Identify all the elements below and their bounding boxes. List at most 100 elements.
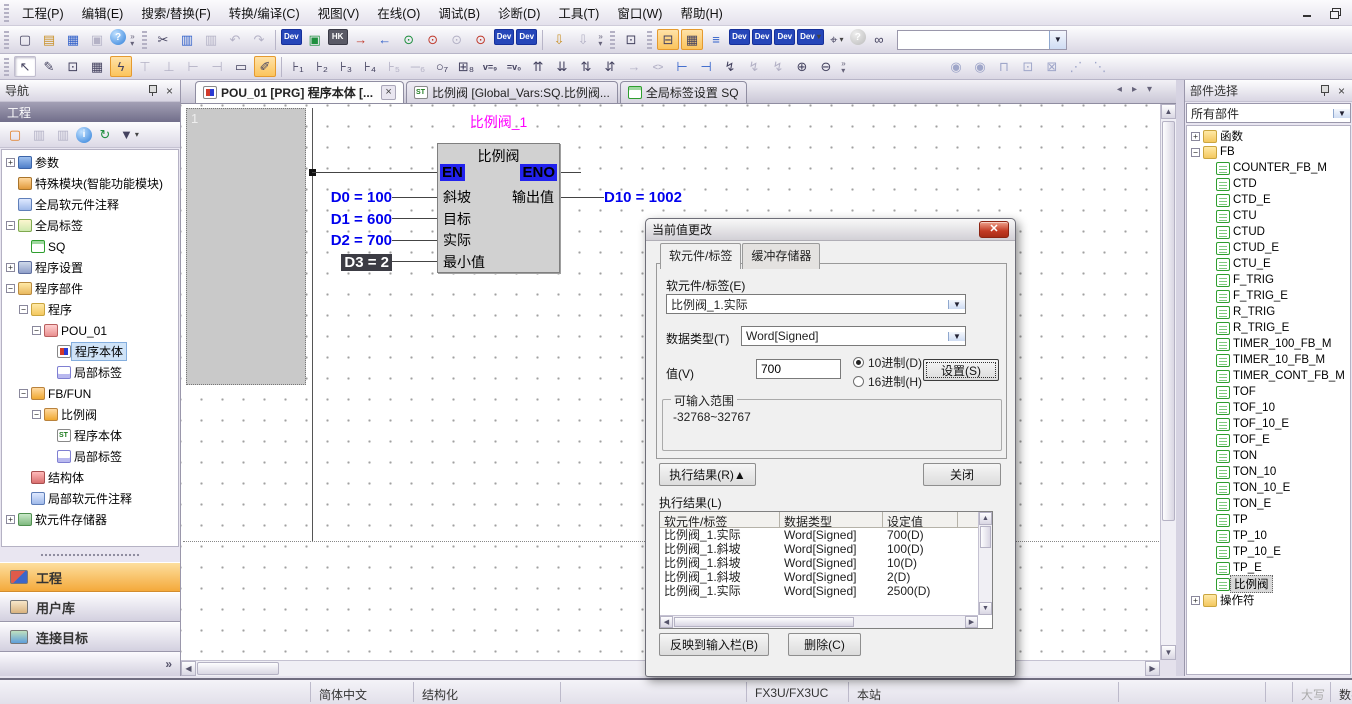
- menu-item[interactable]: 编辑(E): [73, 0, 133, 25]
- tree-item[interactable]: + 软元件存储器: [2, 509, 178, 530]
- expand-toggle-icon[interactable]: +: [6, 158, 15, 167]
- expand-toggle-icon[interactable]: −: [32, 410, 41, 419]
- network-gutter[interactable]: 1: [186, 108, 306, 385]
- expand-toggle-icon[interactable]: −: [19, 389, 28, 398]
- tree-item[interactable]: TIMER_100_FB_M: [1187, 336, 1350, 352]
- list-view-icon[interactable]: ≡: [705, 29, 727, 50]
- toolbar-grip[interactable]: [4, 58, 9, 76]
- chevron-down-icon[interactable]: ▼: [948, 300, 965, 309]
- device-comment-search-icon[interactable]: Dev: [281, 29, 302, 45]
- tree-item[interactable]: R_TRIG: [1187, 304, 1350, 320]
- panel-splitter[interactable]: [1176, 80, 1184, 676]
- search-combobox[interactable]: ▼: [897, 30, 1067, 50]
- find-binoculars-icon[interactable]: ∞: [868, 29, 890, 50]
- balloon-help-icon[interactable]: ?: [850, 29, 866, 45]
- undo-icon[interactable]: ↶: [224, 29, 246, 50]
- close-icon[interactable]: ×: [1336, 84, 1347, 98]
- tree-item[interactable]: TP_10: [1187, 528, 1350, 544]
- tree-item[interactable]: 局部软元件注释: [2, 488, 178, 509]
- device-combobox[interactable]: 比例阀_1.实际 ▼: [666, 294, 966, 314]
- expand-toggle-icon[interactable]: +: [6, 263, 15, 272]
- input-variable-icon[interactable]: =v₀: [503, 56, 525, 77]
- tree-item[interactable]: F_TRIG: [1187, 272, 1350, 288]
- tree-item[interactable]: 程序本体: [2, 425, 178, 446]
- table-row[interactable]: 比例阀_1.实际 Word[Signed] 2500(D): [660, 584, 992, 598]
- step-element-icon[interactable]: ⇵: [599, 56, 621, 77]
- monitor-pause-icon[interactable]: ⊙: [446, 29, 468, 50]
- fb-input-port[interactable]: 斜坡: [443, 187, 485, 209]
- column-setvalue[interactable]: 设定值: [883, 512, 958, 527]
- inline-st-icon[interactable]: <>: [647, 56, 669, 77]
- copy-icon[interactable]: ▥: [176, 29, 198, 50]
- horizontal-line-icon[interactable]: ─₆: [407, 56, 429, 77]
- device-register-icon[interactable]: Dev: [494, 29, 515, 45]
- tree-item[interactable]: + 函数: [1187, 128, 1350, 144]
- menu-item[interactable]: 转换/编译(C): [220, 0, 309, 25]
- fb-eno-port[interactable]: ENO: [520, 164, 557, 181]
- table-row[interactable]: 比例阀_1.斜坡 Word[Signed] 2(D): [660, 570, 992, 584]
- contact-parallel-open-icon[interactable]: ⊦₃: [335, 56, 357, 77]
- fb-instance-name[interactable]: 比例阀_1: [437, 112, 560, 132]
- tree-item[interactable]: 特殊模块(智能功能模块): [2, 173, 178, 194]
- expand-toggle-icon[interactable]: +: [6, 515, 15, 524]
- value-input[interactable]: [756, 359, 841, 379]
- dashed-box-tool-icon[interactable]: ⊡: [620, 29, 642, 50]
- operand-value[interactable]: D2 = 700: [302, 231, 392, 253]
- restore-icon[interactable]: [1324, 5, 1346, 21]
- coil-icon[interactable]: ○₇: [431, 56, 453, 77]
- tree-item[interactable]: TP_E: [1187, 560, 1350, 576]
- device-find-icon[interactable]: Dev: [729, 29, 750, 45]
- project-tree[interactable]: + 参数 特殊模块(智能功能模块) 全局软元件注释 − 全局标签 SQ +: [1, 149, 179, 547]
- rail-element-icon[interactable]: ⊦₅: [383, 56, 405, 77]
- scroll-left-icon[interactable]: ◀: [660, 616, 673, 628]
- parts-filter-combobox[interactable]: 所有部件 ▼: [1186, 103, 1351, 123]
- paste-data-icon[interactable]: ▥: [52, 124, 74, 145]
- tree-item[interactable]: − 程序: [2, 299, 178, 320]
- tree-item[interactable]: COUNTER_FB_M: [1187, 160, 1350, 176]
- tree-item[interactable]: TIMER_10_FB_M: [1187, 352, 1350, 368]
- chevron-down-icon[interactable]: ▼: [948, 332, 965, 341]
- hex-radio-row[interactable]: 16进制(H): [853, 373, 922, 390]
- table-row[interactable]: 比例阀_1.实际 Word[Signed] 700(D): [660, 528, 992, 542]
- paste-icon[interactable]: ▥: [200, 29, 222, 50]
- both-edge-icon[interactable]: ⇅: [575, 56, 597, 77]
- print-icon[interactable]: ▣: [86, 29, 108, 50]
- sampling-trace-icon[interactable]: ▣: [304, 29, 326, 50]
- read-from-plc-icon[interactable]: ←: [374, 29, 396, 50]
- list-vertical-scrollbar[interactable]: ▲ ▼: [978, 512, 992, 615]
- scrollbar-thumb[interactable]: [980, 526, 991, 548]
- operand-value[interactable]: D3 = 2: [302, 253, 392, 275]
- rising-edge-icon[interactable]: ⇈: [527, 56, 549, 77]
- fb-input-port[interactable]: 目标: [443, 209, 485, 231]
- module-view-icon[interactable]: ▦: [681, 29, 703, 50]
- output-variable-icon[interactable]: v=₉: [479, 56, 501, 77]
- menu-item[interactable]: 窗口(W): [608, 0, 671, 25]
- toolbar-grip[interactable]: [4, 4, 9, 22]
- tab-buffer-memory[interactable]: 缓冲存储器: [742, 243, 820, 269]
- device-batch-icon[interactable]: Dev: [774, 29, 795, 45]
- connector-off-icon[interactable]: ↯: [743, 56, 765, 77]
- parts-tree[interactable]: + 函数 − FB COUNTER_FB_M CTD CTD_E: [1186, 125, 1351, 675]
- execution-result-toggle-button[interactable]: 执行结果(R)▲: [659, 463, 756, 486]
- pulse-mode-icon[interactable]: ⊓: [993, 56, 1015, 77]
- dialog-title-bar[interactable]: 当前值更改 ✕: [646, 219, 1015, 241]
- device-write-monitor-icon[interactable]: ⊙: [422, 29, 444, 50]
- tree-item[interactable]: TOF_E: [1187, 432, 1350, 448]
- pin-icon[interactable]: [1319, 84, 1330, 97]
- cross-reference-icon[interactable]: ⇩: [572, 29, 594, 50]
- datatype-combobox[interactable]: Word[Signed] ▼: [741, 326, 966, 346]
- stack-button-userlib[interactable]: 用户库: [0, 592, 180, 622]
- jump-page-icon[interactable]: ⇩: [548, 29, 570, 50]
- guided-mode-icon[interactable]: ⊡: [62, 56, 84, 77]
- data-properties-icon[interactable]: i: [76, 127, 92, 143]
- hex-radio[interactable]: [853, 376, 864, 387]
- refresh-view-icon[interactable]: ↻: [94, 124, 116, 145]
- toolbar-grip[interactable]: [647, 31, 652, 49]
- menu-item[interactable]: 工程(P): [13, 0, 73, 25]
- function-block[interactable]: 比例阀 EN ENO 斜坡目标实际最小值 输出值: [437, 143, 560, 273]
- falling-edge-icon[interactable]: ⇊: [551, 56, 573, 77]
- zoom-in-icon[interactable]: ⊕: [791, 56, 813, 77]
- reflect-to-input-button[interactable]: 反映到输入栏(B): [659, 633, 769, 656]
- toolbar-overflow-icon[interactable]: »▾: [127, 29, 138, 51]
- tab-scroll-right-icon[interactable]: ▸: [1132, 84, 1137, 95]
